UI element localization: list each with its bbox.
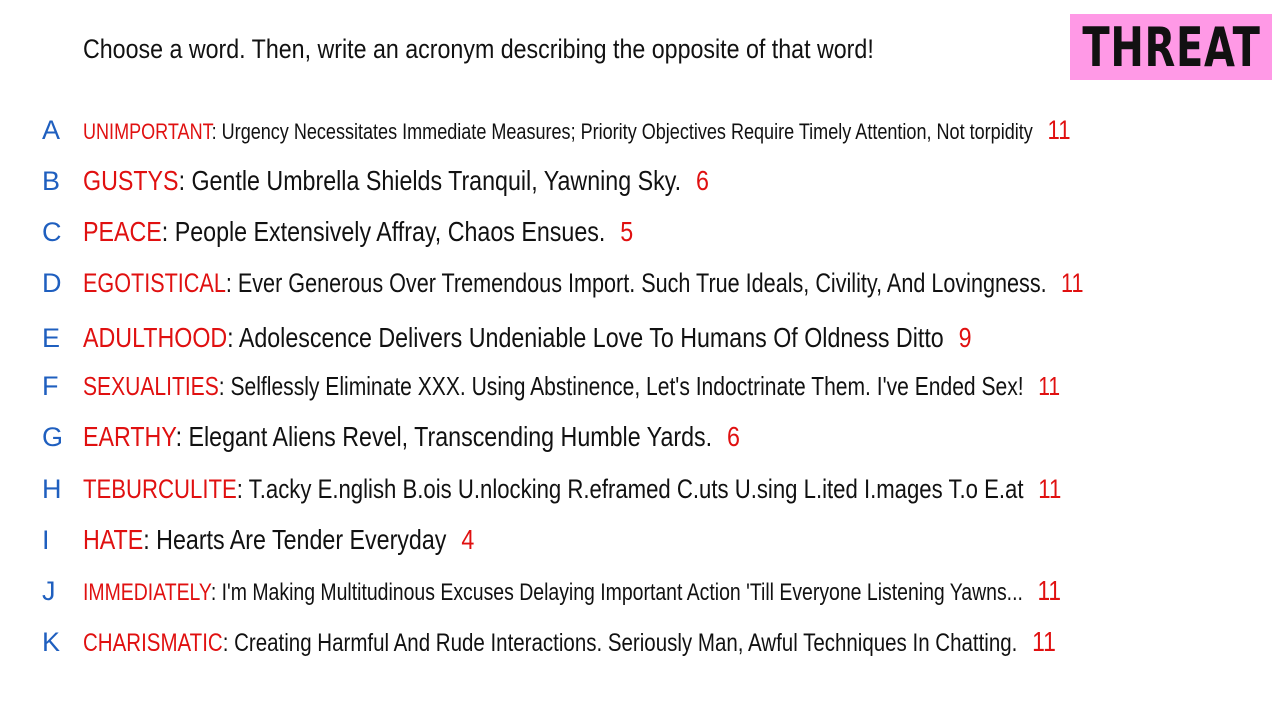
entry-count: 11: [1038, 474, 1062, 504]
entry-line: EGOTISTICAL: Ever Generous Over Tremendo…: [83, 263, 1083, 303]
entry-letter: G: [42, 422, 64, 452]
entry-letter: D: [42, 268, 62, 298]
entry-row-a: A UNIMPORTANT: Urgency Necessitates Imme…: [0, 110, 1280, 150]
entry-letter: C: [42, 217, 62, 247]
entry-colon: :: [225, 268, 238, 298]
entry-word: EARTHY: [83, 421, 176, 452]
entry-word: SEXUALITIES: [83, 371, 219, 401]
entry-acronym: Urgency Necessitates Immediate Measures;…: [221, 119, 1033, 144]
entry-line: HATE: Hearts Are Tender Everyday 4: [83, 520, 474, 560]
entry-colon: :: [236, 474, 249, 504]
entry-letter: K: [42, 627, 61, 657]
entry-colon: :: [211, 119, 222, 144]
entry-acronym: Selflessly Eliminate XXX. Using Abstinen…: [230, 371, 1024, 401]
entry-line: GUSTYS: Gentle Umbrella Shields Tranquil…: [83, 161, 709, 201]
entry-count: 11: [1037, 575, 1062, 606]
entry-acronym: Creating Harmful And Rude Interactions. …: [234, 629, 1018, 657]
entry-word: PEACE: [83, 216, 162, 247]
entry-word: ADULTHOOD: [83, 322, 228, 353]
entry-count: 11: [1038, 371, 1061, 401]
entry-acronym: Adolescence Delivers Undeniable Love To …: [238, 322, 944, 353]
entry-colon: :: [178, 165, 192, 196]
entry-line: CHARISMATIC: Creating Harmful And Rude I…: [83, 622, 1056, 663]
word-badge: THREAT: [1070, 14, 1272, 80]
entry-row-c: C PEACE: People Extensively Affray, Chao…: [0, 212, 1280, 252]
entry-word: EGOTISTICAL: [83, 268, 226, 298]
entry-row-b: B GUSTYS: Gentle Umbrella Shields Tranqu…: [0, 161, 1280, 201]
entry-letter: F: [42, 371, 59, 401]
entry-count: 6: [727, 421, 740, 452]
entry-row-e: E ADULTHOOD: Adolescence Delivers Undeni…: [0, 318, 1280, 358]
entry-count: 11: [1047, 115, 1071, 145]
entry-colon: :: [218, 371, 231, 401]
entry-count: 11: [1061, 268, 1084, 298]
entry-word: TEBURCULITE: [83, 474, 237, 504]
entry-word: UNIMPORTANT: [83, 119, 212, 144]
entry-row-d: D EGOTISTICAL: Ever Generous Over Tremen…: [0, 263, 1280, 303]
entry-acronym: Hearts Are Tender Everyday: [156, 524, 447, 555]
badge-label: THREAT: [1081, 15, 1261, 79]
entry-line: EARTHY: Elegant Aliens Revel, Transcendi…: [83, 417, 740, 457]
entry-acronym: Ever Generous Over Tremendous Import. Su…: [237, 268, 1047, 298]
entry-colon: :: [175, 421, 189, 452]
entry-colon: :: [143, 524, 157, 555]
entry-count: 9: [958, 322, 972, 353]
entry-acronym: Gentle Umbrella Shields Tranquil, Yawnin…: [191, 165, 682, 196]
entry-letter: A: [42, 115, 61, 145]
entry-word: GUSTYS: [83, 165, 179, 196]
entry-line: SEXUALITIES: Selflessly Eliminate XXX. U…: [83, 366, 1060, 406]
entry-colon: :: [210, 579, 222, 606]
entry-letter: E: [42, 323, 61, 353]
entry-line: IMMEDIATELY: I'm Making Multitudinous Ex…: [83, 571, 1061, 613]
entry-row-j: J IMMEDIATELY: I'm Making Multitudinous …: [0, 571, 1280, 611]
entry-letter: I: [42, 525, 50, 555]
entry-row-i: I HATE: Hearts Are Tender Everyday 4: [0, 520, 1280, 560]
entry-row-h: H TEBURCULITE: T.acky E.nglish B.ois U.n…: [0, 469, 1280, 509]
entry-count: 5: [620, 216, 634, 247]
entry-acronym: T.acky E.nglish B.ois U.nlocking R.efram…: [248, 474, 1024, 504]
entry-line: TEBURCULITE: T.acky E.nglish B.ois U.nlo…: [83, 469, 1061, 509]
instructions-text: Choose a word. Then, write an acronym de…: [83, 34, 874, 64]
entry-row-g: G EARTHY: Elegant Aliens Revel, Transcen…: [0, 417, 1280, 457]
entry-letter: H: [42, 474, 62, 504]
entry-acronym: Elegant Aliens Revel, Transcending Humbl…: [188, 421, 713, 452]
entry-colon: :: [227, 322, 239, 353]
entry-row-k: K CHARISMATIC: Creating Harmful And Rude…: [0, 622, 1280, 662]
entry-count: 4: [461, 524, 475, 555]
entry-acronym: I'm Making Multitudinous Excuses Delayin…: [221, 579, 1023, 606]
entry-line: UNIMPORTANT: Urgency Necessitates Immedi…: [83, 110, 1071, 152]
entry-word: IMMEDIATELY: [83, 579, 211, 606]
entry-word: HATE: [83, 524, 144, 555]
entry-word: CHARISMATIC: [83, 629, 223, 657]
entry-count: 11: [1032, 626, 1056, 657]
entry-count: 6: [696, 165, 709, 196]
entry-colon: :: [161, 216, 175, 247]
entry-letter: B: [42, 166, 61, 196]
entry-acronym: People Extensively Affray, Chaos Ensues.: [174, 216, 606, 247]
entry-row-f: F SEXUALITIES: Selflessly Eliminate XXX.…: [0, 366, 1280, 406]
entry-line: ADULTHOOD: Adolescence Delivers Undeniab…: [83, 318, 972, 358]
entry-letter: J: [42, 576, 56, 606]
entry-line: PEACE: People Extensively Affray, Chaos …: [83, 212, 633, 252]
entry-colon: :: [222, 629, 235, 657]
